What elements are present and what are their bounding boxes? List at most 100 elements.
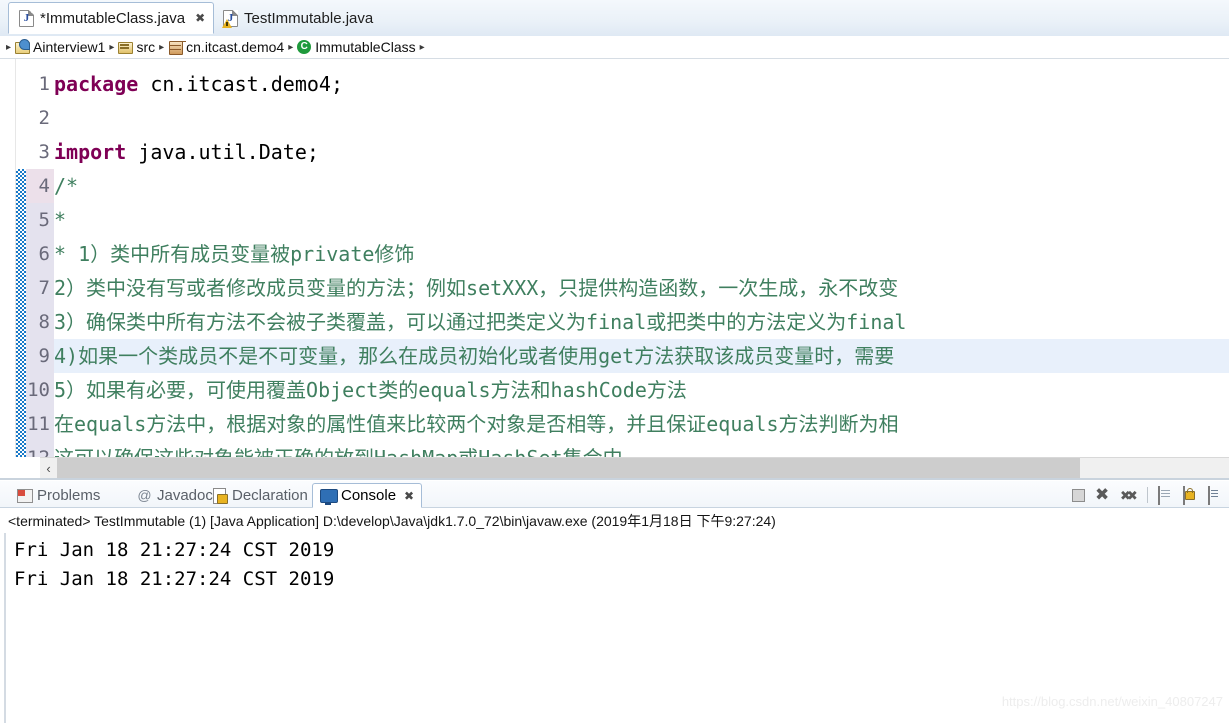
close-icon[interactable]: ✖ [195,12,205,24]
code-line[interactable]: 6 * 1）类中所有成员变量被private修饰 [0,237,1229,271]
chevron-right-icon: ▸ [109,41,115,53]
editor-tab-label: TestImmutable.java [244,9,374,27]
code-token: cn.itcast.demo4; [138,72,343,96]
clear-page-icon [1158,485,1160,505]
editor-scrollbar-corner [0,457,42,479]
breadcrumb-items: Ainterview1▸src▸cn.itcast.demo4▸Immutabl… [15,39,425,55]
breadcrumb[interactable]: ▸ Ainterview1▸src▸cn.itcast.demo4▸Immuta… [0,36,1229,59]
breadcrumb-item-cn-itcast-demo4[interactable]: cn.itcast.demo4 [168,39,284,55]
code-text: 5）如果有必要，可使用覆盖Object类的equals方法和hashCode方法 [54,373,687,407]
code-text: 2）类中没有写或者修改成员变量的方法；例如setXXX，只提供构造函数，一次生成… [54,271,898,305]
lock-icon [1183,485,1185,505]
breadcrumb-item-src[interactable]: src [118,39,155,55]
editor-tab-label: *ImmutableClass.java [40,9,186,27]
code-text: 4)如果一个类成员不是不可变量，那么在成员初始化或者使用get方法获取该成员变量… [54,339,894,373]
console-output-line: Fri Jan 18 21:27:24 CST 2019 [14,539,335,561]
remove-all-launches-button[interactable]: ✖✖ [1120,487,1138,504]
view-tab-declaration[interactable]: Declaration [205,483,315,508]
editor-tab-2[interactable]: TestImmutable.java [212,2,382,34]
close-icon[interactable]: ✖ [404,489,414,503]
source-folder-icon [118,40,134,54]
scrollbar-thumb[interactable] [57,457,1080,480]
code-token: /* [54,174,79,198]
scroll-left-arrow-icon[interactable]: ‹ [40,458,57,480]
chevron-right-icon: ▸ [159,41,165,53]
eclipse-ide-window: *ImmutableClass.java✖TestImmutable.java … [0,0,1229,723]
console-left-border [4,533,6,723]
view-tab-console[interactable]: Console ✖ [312,483,423,508]
code-text: 这可以确保这些对象能被正确的放到HashMap或HashSet集合中 [54,441,623,457]
console-toolbar: ✖ ✖✖ [1070,484,1225,506]
code-line[interactable]: 3 import java.util.Date; [0,135,1229,169]
scrollbar-track[interactable] [57,457,1229,480]
code-line[interactable]: 7 2）类中没有写或者修改成员变量的方法；例如setXXX，只提供构造函数，一次… [0,271,1229,305]
code-token: * 1）类中所有成员变量被private修饰 [54,242,415,266]
code-line[interactable]: 11 在equals方法中，根据对象的属性值来比较两个对象是否相等，并且保证eq… [0,407,1229,441]
line-number: 8 [38,311,50,333]
editor-horizontal-scrollbar[interactable]: ‹ [40,457,1229,480]
breadcrumb-item-label: cn.itcast.demo4 [186,39,285,55]
java-file-icon [19,9,34,27]
code-line[interactable]: 2 [0,101,1229,135]
line-number: 3 [38,141,50,163]
view-tab-bar: Problems @ Javadoc Declaration Console ✖ ✖ ✖✖ [0,481,1229,508]
code-token: 在equals方法中，根据对象的属性值来比较两个对象是否相等，并且保证equal… [54,412,899,436]
pin-console-button[interactable] [1208,485,1225,505]
editor-bottom-divider [0,478,1229,480]
java-file-warning-icon [222,9,238,28]
code-token: java.util.Date; [126,140,319,164]
code-text: 3）确保类中所有方法不会被子类覆盖，可以通过把类定义为final或把类中的方法定… [54,305,906,339]
class-icon [297,40,312,54]
watermark: https://blog.csdn.net/weixin_40807247 [1001,694,1223,709]
view-tab-label: Console [341,487,397,504]
chevron-right-icon: ▸ [419,41,425,53]
chevron-right-icon: ▸ [6,41,12,53]
line-number: 2 [38,107,50,129]
code-text: /* [54,169,78,203]
view-tab-label: Problems [37,487,101,504]
scroll-lock-button[interactable] [1183,485,1200,505]
line-number: 5 [38,209,50,231]
view-tab-label: Declaration [232,487,308,504]
code-token: import [54,140,127,164]
breadcrumb-item-label: Ainterview1 [33,39,106,55]
code-editor[interactable]: 1 package cn.itcast.demo4; 2 3 import java.u… [0,59,1229,457]
code-text: package cn.itcast.demo4; [54,67,343,101]
problems-icon [17,488,33,503]
declaration-icon [212,488,228,504]
terminate-button[interactable] [1070,487,1087,504]
line-number: 12 [0,441,50,457]
clear-console-button[interactable] [1158,485,1175,505]
line-number: 9 [38,345,50,367]
toolbar-separator [1147,487,1148,503]
code-token: 3）确保类中所有方法不会被子类覆盖，可以通过把类定义为final或把类中的方法定… [54,310,907,334]
stop-square-icon [1072,488,1085,502]
line-number: 1 [38,73,50,95]
code-line[interactable]: 5 * [0,203,1229,237]
line-number: 10 [27,379,50,401]
code-line[interactable]: 12 这可以确保这些对象能被正确的放到HashMap或HashSet集合中 [0,441,1229,457]
double-x-icon: ✖✖ [1120,488,1138,504]
editor-tab-bar: *ImmutableClass.java ✖ TestImmutable.java [0,0,1229,36]
view-tab-problems[interactable]: Problems [10,483,107,508]
breadcrumb-item-label: src [136,39,156,55]
console-output-line: Fri Jan 18 21:27:24 CST 2019 [14,568,335,590]
code-token: 4)如果一个类成员不是不可变量，那么在成员初始化或者使用get方法获取该成员变量… [54,344,895,368]
line-number: 7 [38,277,50,299]
code-line[interactable]: 10 5）如果有必要，可使用覆盖Object类的equals方法和hashCod… [0,373,1229,407]
code-line[interactable]: 1 package cn.itcast.demo4; [0,67,1229,101]
code-text: 在equals方法中，根据对象的属性值来比较两个对象是否相等，并且保证equal… [54,407,899,441]
warning-badge-icon [222,18,232,28]
breadcrumb-item-immutableclass[interactable]: ImmutableClass [297,39,416,55]
code-line[interactable]: 8 3）确保类中所有方法不会被子类覆盖，可以通过把类定义为final或把类中的方… [0,305,1229,339]
code-token: * [54,208,67,232]
code-line[interactable]: 9 4)如果一个类成员不是不可变量，那么在成员初始化或者使用get方法获取该成员… [0,339,1229,373]
editor-tab-1[interactable]: *ImmutableClass.java ✖ [8,2,215,34]
console-view: Problems @ Javadoc Declaration Console ✖ ✖ ✖✖ … [0,481,1229,723]
breadcrumb-item-ainterview1[interactable]: Ainterview1 [15,39,105,55]
remove-launch-button[interactable]: ✖ [1095,486,1112,504]
code-token: package [54,72,139,96]
breadcrumb-item-label: ImmutableClass [315,39,416,55]
code-text: * [54,203,66,237]
code-line[interactable]: 4/* [0,169,1229,203]
